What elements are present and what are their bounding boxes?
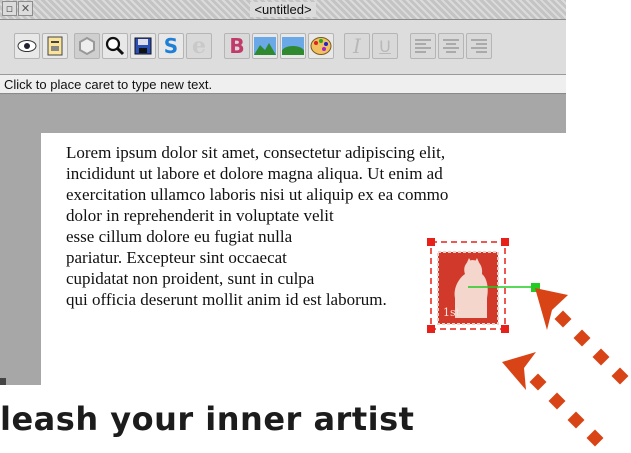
style-s-icon[interactable]: S [158, 33, 184, 59]
bold-icon[interactable]: B [224, 33, 250, 59]
disk-icon[interactable] [130, 33, 156, 59]
hexagon-icon[interactable] [74, 33, 100, 59]
window-edge [0, 378, 6, 385]
resize-handle-bl [427, 325, 435, 333]
view-icon[interactable] [14, 33, 40, 59]
status-bar: Click to place caret to type new text. [0, 75, 566, 94]
italic-icon[interactable]: I [344, 33, 370, 59]
align-left-icon[interactable] [410, 33, 436, 59]
stamp-value: 1st [443, 306, 461, 319]
resize-handle-tr [501, 238, 509, 246]
text-line[interactable]: incididunt ut labore et dolore magna ali… [66, 163, 566, 184]
window-title: <untitled> [0, 2, 566, 17]
palette-icon[interactable] [308, 33, 334, 59]
underline-icon[interactable]: U [372, 33, 398, 59]
save-doc-icon[interactable] [42, 33, 68, 59]
euro-icon[interactable]: e [186, 33, 212, 59]
hill-icon[interactable] [280, 33, 306, 59]
toolbar: S e B I U [0, 20, 566, 75]
magnifier-icon[interactable] [102, 33, 128, 59]
align-center-icon[interactable] [438, 33, 464, 59]
text-line[interactable]: dolor in reprehenderit in voluptate veli… [66, 205, 566, 226]
tagline-heading: leash your inner artist [0, 400, 415, 438]
text-line[interactable]: Lorem ipsum dolor sit amet, consectetur … [66, 142, 566, 163]
arrow-lower [502, 352, 604, 447]
arrow-decoration [502, 288, 629, 447]
align-right-icon[interactable] [466, 33, 492, 59]
text-line[interactable]: exercitation ullamco laboris nisi ut ali… [66, 184, 566, 205]
stamp-image: 1st [437, 251, 499, 325]
arrow-upper [535, 288, 629, 385]
landscape-icon[interactable] [252, 33, 278, 59]
resize-handle-tl [427, 238, 435, 246]
title-bar[interactable]: ▫ ✕ <untitled> [0, 0, 566, 20]
